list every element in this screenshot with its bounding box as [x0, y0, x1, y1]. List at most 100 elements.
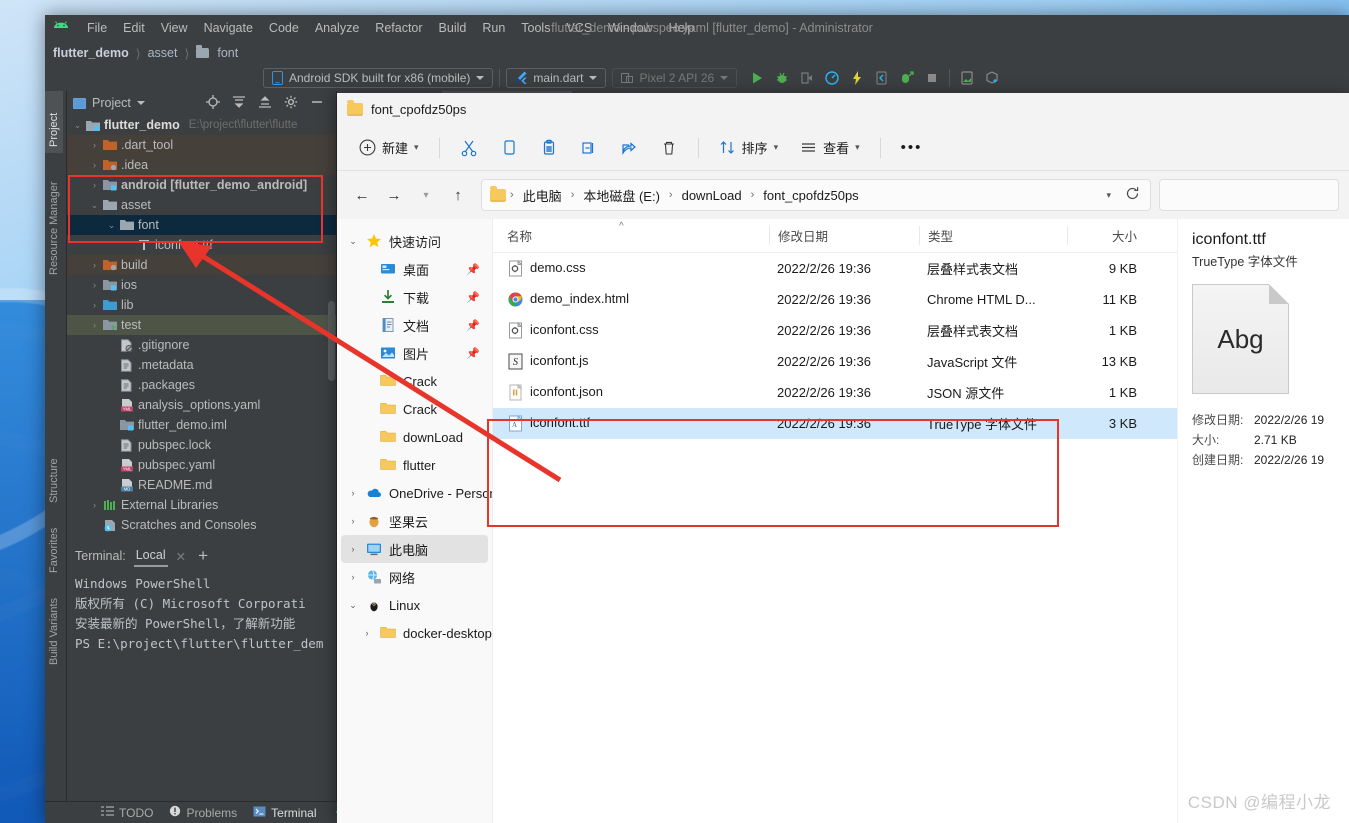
back-button[interactable]: ←: [347, 180, 377, 210]
tree-row-external-libraries[interactable]: › External Libraries: [67, 495, 336, 515]
run-with-coverage-icon[interactable]: [899, 70, 915, 86]
crumb-this-pc[interactable]: 此电脑: [518, 184, 567, 207]
gear-icon[interactable]: [284, 95, 298, 112]
copy-button[interactable]: [490, 132, 528, 164]
column-header-date[interactable]: 修改日期: [769, 226, 919, 245]
ide-menubar[interactable]: File Edit View Navigate Code Analyze Ref…: [79, 18, 702, 38]
debug-icon[interactable]: [774, 70, 790, 86]
new-button[interactable]: 新建 ▾: [349, 132, 429, 164]
nav-item-download[interactable]: downLoad: [341, 423, 488, 451]
nav-item---[interactable]: 桌面 📌: [341, 255, 488, 283]
menu-window[interactable]: Window: [600, 18, 660, 38]
terminal-tab-local[interactable]: Local: [133, 546, 168, 567]
tool-window-favorites[interactable]: Favorites: [45, 509, 63, 579]
sdk-manager-icon[interactable]: [984, 70, 1000, 86]
close-icon[interactable]: ✕: [176, 549, 186, 564]
forward-button[interactable]: →: [379, 180, 409, 210]
nav-item-docker-desktop-[interactable]: › docker-desktop-: [341, 619, 493, 647]
nav-item----[interactable]: › 坚果云: [341, 507, 488, 535]
attach-debugger-icon[interactable]: [799, 70, 815, 86]
statusbar-terminal[interactable]: Terminal: [253, 806, 317, 820]
menu-file[interactable]: File: [79, 18, 115, 38]
tree-row-android--flutter_demo_android-[interactable]: › android [flutter_demo_android]: [67, 175, 336, 195]
tree-row-root[interactable]: ⌄ flutter_demo E:\project\flutter\flutte: [67, 115, 336, 135]
more-options-button[interactable]: •••: [891, 132, 933, 164]
tree-row-build[interactable]: › build: [67, 255, 336, 275]
view-button[interactable]: 查看 ▾: [790, 132, 870, 164]
menu-view[interactable]: View: [153, 18, 196, 38]
menu-edit[interactable]: Edit: [115, 18, 153, 38]
hide-icon[interactable]: [310, 95, 324, 112]
collapse-all-icon[interactable]: [258, 95, 272, 112]
menu-tools[interactable]: Tools: [513, 18, 558, 38]
breadcrumb-project[interactable]: flutter_demo: [53, 46, 129, 60]
run-config-selector[interactable]: main.dart: [506, 68, 607, 88]
share-button[interactable]: [610, 132, 648, 164]
tree-row-analysis_options.yaml[interactable]: YML analysis_options.yaml: [67, 395, 336, 415]
nav-item---[interactable]: 下载 📌: [341, 283, 488, 311]
menu-run[interactable]: Run: [474, 18, 513, 38]
tool-window-build-variants[interactable]: Build Variants: [45, 579, 63, 671]
menu-refactor[interactable]: Refactor: [367, 18, 430, 38]
statusbar-problems[interactable]: Problems: [169, 805, 237, 820]
recent-locations-button[interactable]: ▾: [411, 180, 441, 210]
tree-row-test[interactable]: › test: [67, 315, 336, 335]
tree-row-.packages[interactable]: .packages: [67, 375, 336, 395]
tree-row-pubspec.lock[interactable]: pubspec.lock: [67, 435, 336, 455]
tree-row-flutter_demo.iml[interactable]: flutter_demo.iml: [67, 415, 336, 435]
pin-icon[interactable]: 📌: [466, 291, 480, 304]
up-button[interactable]: ↑: [443, 180, 473, 210]
nav-item---[interactable]: › 网络: [341, 563, 488, 591]
chevron-down-icon[interactable]: [136, 101, 145, 105]
file-row[interactable]: demo.css 2022/2/26 19:36 层叠样式表文档 9 KB: [493, 253, 1177, 284]
menu-build[interactable]: Build: [431, 18, 475, 38]
tree-row-asset[interactable]: ⌄ asset: [67, 195, 336, 215]
expand-all-icon[interactable]: [232, 95, 246, 112]
hot-reload-icon[interactable]: [849, 70, 865, 86]
pin-icon[interactable]: 📌: [466, 347, 480, 360]
crumb-font-folder[interactable]: font_cpofdz50ps: [758, 186, 863, 205]
tool-window-project[interactable]: Project: [45, 91, 63, 153]
nav-item-crack[interactable]: Crack: [341, 367, 488, 395]
file-row[interactable]: iconfont.json 2022/2/26 19:36 JSON 源文件 1 KB: [493, 377, 1177, 408]
profiler-icon[interactable]: [824, 70, 840, 86]
sort-button[interactable]: 排序 ▾: [709, 132, 789, 164]
crumb-download[interactable]: downLoad: [677, 186, 747, 205]
nav-item-----[interactable]: ⌄ 快速访问: [341, 227, 488, 255]
tree-row-ios[interactable]: › ios: [67, 275, 336, 295]
nav-item-crack[interactable]: Crack: [341, 395, 488, 423]
tree-row-.idea[interactable]: › .idea: [67, 155, 336, 175]
nav-item----[interactable]: › 此电脑: [341, 535, 488, 563]
file-row[interactable]: iconfont.css 2022/2/26 19:36 层叠样式表文档 1 KB: [493, 315, 1177, 346]
nav-item---[interactable]: 图片 📌: [341, 339, 488, 367]
tree-row-.metadata[interactable]: .metadata: [67, 355, 336, 375]
refresh-icon[interactable]: [1125, 186, 1140, 204]
tree-row-lib[interactable]: › lib: [67, 295, 336, 315]
paste-button[interactable]: [530, 132, 568, 164]
nav-item-flutter[interactable]: flutter: [341, 451, 488, 479]
nav-item---[interactable]: 文档 📌: [341, 311, 488, 339]
column-header-name[interactable]: 名称 ^: [499, 221, 769, 245]
rename-button[interactable]: [570, 132, 608, 164]
cut-button[interactable]: [450, 132, 488, 164]
locate-icon[interactable]: [206, 94, 220, 112]
address-input[interactable]: › 此电脑 › 本地磁盘 (E:) › downLoad › font_cpof…: [481, 179, 1151, 211]
breadcrumb-asset[interactable]: asset: [148, 46, 178, 60]
menu-vcs[interactable]: VCS: [558, 18, 600, 38]
tree-row-.gitignore[interactable]: .gitignore: [67, 335, 336, 355]
tool-window-resource-manager[interactable]: Resource Manager: [45, 161, 63, 281]
menu-navigate[interactable]: Navigate: [196, 18, 261, 38]
nav-item-onedrive---person[interactable]: › OneDrive - Person: [341, 479, 493, 507]
tree-row-font[interactable]: ⌄ font: [67, 215, 336, 235]
menu-help[interactable]: Help: [661, 18, 703, 38]
file-row[interactable]: demo_index.html 2022/2/26 19:36 Chrome HTM…: [493, 284, 1177, 315]
emulator-selector[interactable]: Pixel 2 API 26: [612, 68, 738, 88]
pin-icon[interactable]: 📌: [466, 319, 480, 332]
delete-button[interactable]: [650, 132, 688, 164]
chevron-down-icon[interactable]: ▾: [1106, 190, 1111, 201]
device-selector[interactable]: Android SDK built for x86 (mobile): [263, 68, 494, 88]
tree-row-pubspec.yaml[interactable]: YML pubspec.yaml: [67, 455, 336, 475]
crumb-local-disk[interactable]: 本地磁盘 (E:): [578, 184, 665, 207]
nav-item-linux[interactable]: ⌄ Linux: [341, 591, 488, 619]
breadcrumb-font[interactable]: font: [217, 46, 238, 60]
